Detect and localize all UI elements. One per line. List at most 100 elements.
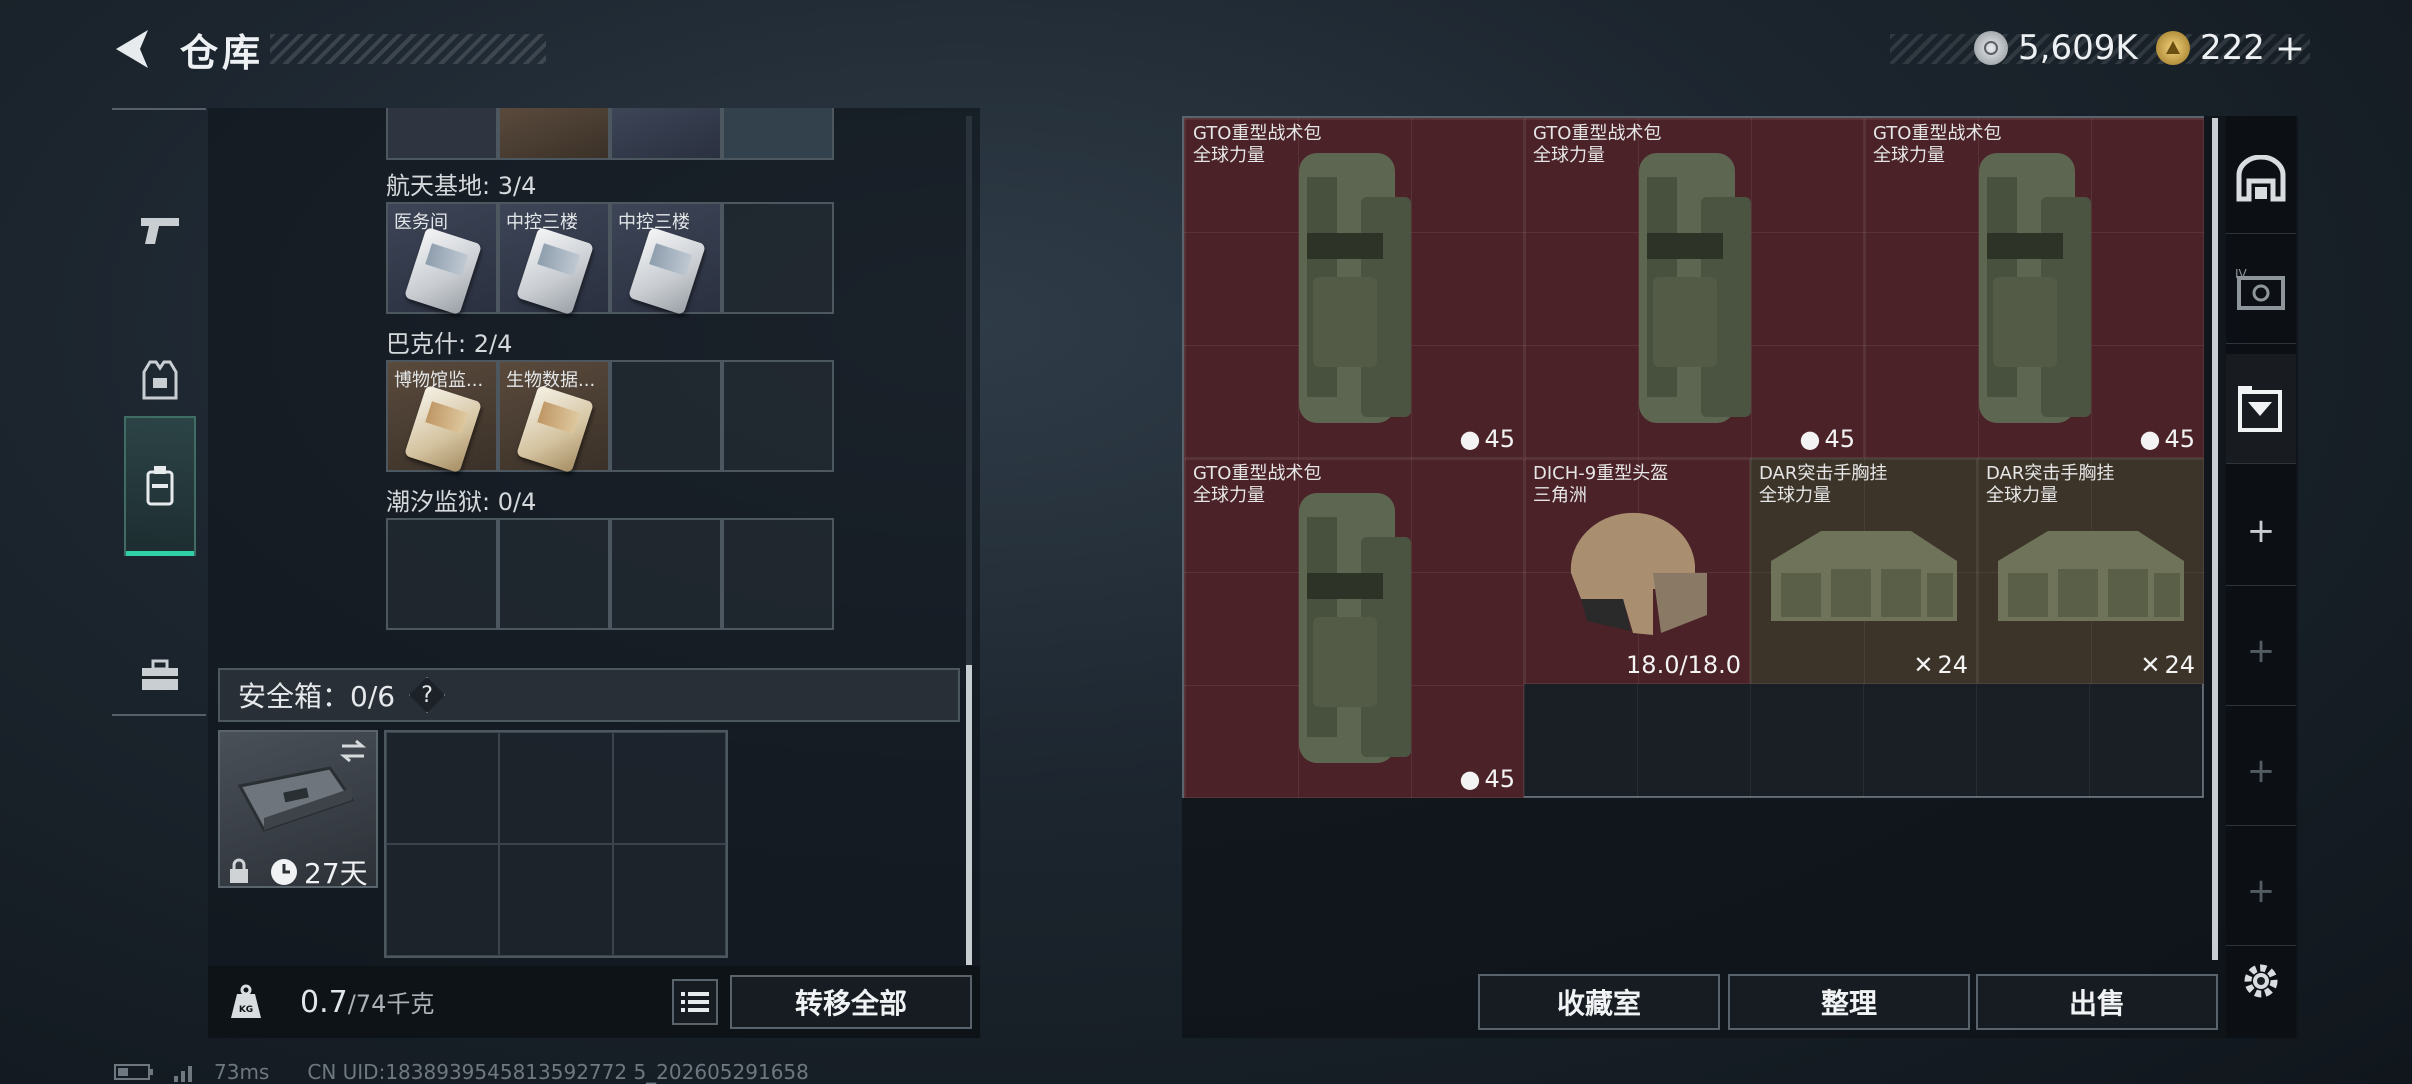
helmet-icon: [1570, 512, 1707, 635]
item-value: ● 45: [2139, 425, 2196, 453]
safe-box-header: 安全箱：0/6 ?: [218, 668, 960, 722]
key-name: 中控三楼: [506, 212, 578, 233]
safe-slot[interactable]: [386, 844, 500, 956]
stash-tab-main[interactable]: [2226, 124, 2296, 234]
stash-item-backpack[interactable]: GTO重型战术包 全球力量 ● 45: [1524, 118, 1864, 458]
silver-currency: 5,609K: [1974, 26, 2138, 70]
safe-slot[interactable]: [499, 732, 613, 844]
key-name: 博物馆监...: [394, 370, 484, 391]
safe-box-days: 27天: [304, 857, 368, 890]
lock-icon: [230, 858, 248, 883]
weight-max: /74千克: [347, 990, 435, 1018]
help-icon[interactable]: ?: [409, 677, 446, 713]
safe-box-duration: 27天: [270, 852, 368, 892]
armor-level-icon: ●: [2139, 425, 2161, 453]
keycard-icon: [515, 384, 595, 474]
item-name: DAR突击手胸挂: [1986, 463, 2115, 484]
key-slot-empty[interactable]: [498, 518, 610, 630]
safe-slot[interactable]: [386, 732, 500, 844]
stash-grid-icon: [2238, 385, 2282, 432]
backpack-icon: [1299, 493, 1411, 763]
key-slot-empty[interactable]: [610, 518, 722, 630]
key-slot[interactable]: 中控三楼: [610, 202, 722, 316]
tab-keys[interactable]: [124, 416, 196, 556]
key-slot-empty[interactable]: [386, 518, 498, 630]
gold-add-icon[interactable]: +: [2275, 28, 2305, 69]
key-slot[interactable]: 博物馆监...: [386, 360, 498, 474]
item-name: DICH-9重型头盔: [1533, 463, 1669, 484]
pistol-icon: [141, 218, 179, 244]
safe-slot[interactable]: [612, 844, 726, 956]
key-row-spacebase: 医务间 中控三楼 中控三楼: [386, 202, 834, 316]
item-value: ● 45: [1459, 425, 1516, 453]
key-slot[interactable]: [722, 108, 834, 160]
case-icon: [237, 766, 355, 832]
gear-icon: [2244, 964, 2278, 998]
weight-readout: 0.7/74千克: [300, 984, 630, 1020]
list-view-button[interactable]: [672, 979, 718, 1025]
item-durability: 18.0/18.0: [1626, 651, 1741, 679]
transfer-all-button[interactable]: 转移全部: [730, 975, 972, 1029]
key-slot-empty[interactable]: [722, 360, 834, 472]
key-slot[interactable]: 医务间: [386, 202, 498, 316]
sell-button[interactable]: 出售: [1976, 974, 2218, 1030]
stash-tab-4[interactable]: IV: [2226, 234, 2296, 344]
key-slot[interactable]: [498, 108, 610, 160]
status-bar: 73ms CN UID:1838939545813592772 5_202605…: [114, 1060, 809, 1084]
stash-scrollbar[interactable]: [2212, 118, 2218, 960]
key-slot[interactable]: 中控三楼: [498, 202, 610, 316]
stash-item-backpack[interactable]: GTO重型战术包 全球力量 ● 45: [1184, 118, 1524, 458]
backpack-icon: [1639, 153, 1751, 423]
ping-text: 73ms: [214, 1060, 270, 1084]
key-slot[interactable]: 生物数据...: [498, 360, 610, 474]
key-name: 医务间: [394, 212, 448, 233]
item-faction: 全球力量: [1759, 485, 1831, 506]
key-slot[interactable]: [610, 108, 722, 160]
key-slot-empty[interactable]: [722, 518, 834, 630]
safe-box-item[interactable]: 27天: [218, 730, 378, 890]
key-row-bakesh: 博物馆监... 生物数据...: [386, 360, 834, 474]
left-scrollbar-thumb[interactable]: [966, 665, 972, 965]
armor-level-icon: ●: [1799, 425, 1821, 453]
map-label-spacebase: 航天基地: 3/4: [386, 172, 537, 200]
collection-room-button[interactable]: 收藏室: [1478, 974, 1720, 1030]
key-slot-empty[interactable]: [722, 202, 834, 314]
keycard-icon: [515, 226, 595, 316]
gold-amount: 222: [2200, 28, 2265, 68]
svg-text:IV: IV: [2235, 267, 2248, 281]
safe-box-label: 安全箱：0/6: [238, 680, 396, 713]
add-stash-tab-button[interactable]: +: [2226, 476, 2296, 586]
sort-button[interactable]: 整理: [1728, 974, 1970, 1030]
rig-capacity-icon: ✕: [2140, 651, 2161, 679]
stash-item-helmet[interactable]: DICH-9重型头盔 三角洲 18.0/18.0: [1524, 458, 1750, 684]
stash-item-chest-rig[interactable]: DAR突击手胸挂 全球力量 ✕ 24: [1977, 458, 2204, 684]
keycard-icon: [403, 226, 483, 316]
add-stash-tab-button[interactable]: +: [2226, 596, 2296, 706]
signal-icon: [174, 1066, 192, 1082]
stash-item-backpack[interactable]: GTO重型战术包 全球力量 ● 45: [1864, 118, 2204, 458]
armor-level-icon: ●: [1459, 425, 1481, 453]
back-button[interactable]: [110, 26, 154, 72]
weight-current: 0.7: [300, 985, 348, 1020]
tab-weapons[interactable]: [124, 160, 196, 300]
stash-item-chest-rig[interactable]: DAR突击手胸挂 全球力量 ✕ 24: [1750, 458, 1977, 684]
stash-item-backpack[interactable]: GTO重型战术包 全球力量 ● 45: [1184, 458, 1524, 798]
item-value: ● 45: [1799, 425, 1856, 453]
tab-toolbox[interactable]: [124, 606, 196, 746]
stash-level-icon: IV: [2235, 267, 2285, 310]
vest-icon: [142, 360, 178, 400]
silver-amount: 5,609K: [2018, 28, 2138, 68]
stash-tab-selected[interactable]: [2226, 354, 2296, 464]
left-footer: KG 0.7/74千克 转移全部: [208, 966, 980, 1038]
add-stash-tab-button[interactable]: +: [2226, 716, 2296, 826]
item-value: ● 45: [1459, 765, 1516, 793]
gold-currency[interactable]: 222 +: [2156, 26, 2305, 70]
back-arrow-icon: [116, 30, 148, 68]
key-slot[interactable]: [386, 108, 498, 160]
safe-slot[interactable]: [499, 844, 613, 956]
settings-button[interactable]: [2226, 926, 2296, 1036]
stash-tab-column: IV + + + +: [2226, 116, 2296, 1038]
list-icon: [681, 992, 709, 1012]
key-slot-empty[interactable]: [610, 360, 722, 472]
safe-slot[interactable]: [612, 732, 726, 844]
